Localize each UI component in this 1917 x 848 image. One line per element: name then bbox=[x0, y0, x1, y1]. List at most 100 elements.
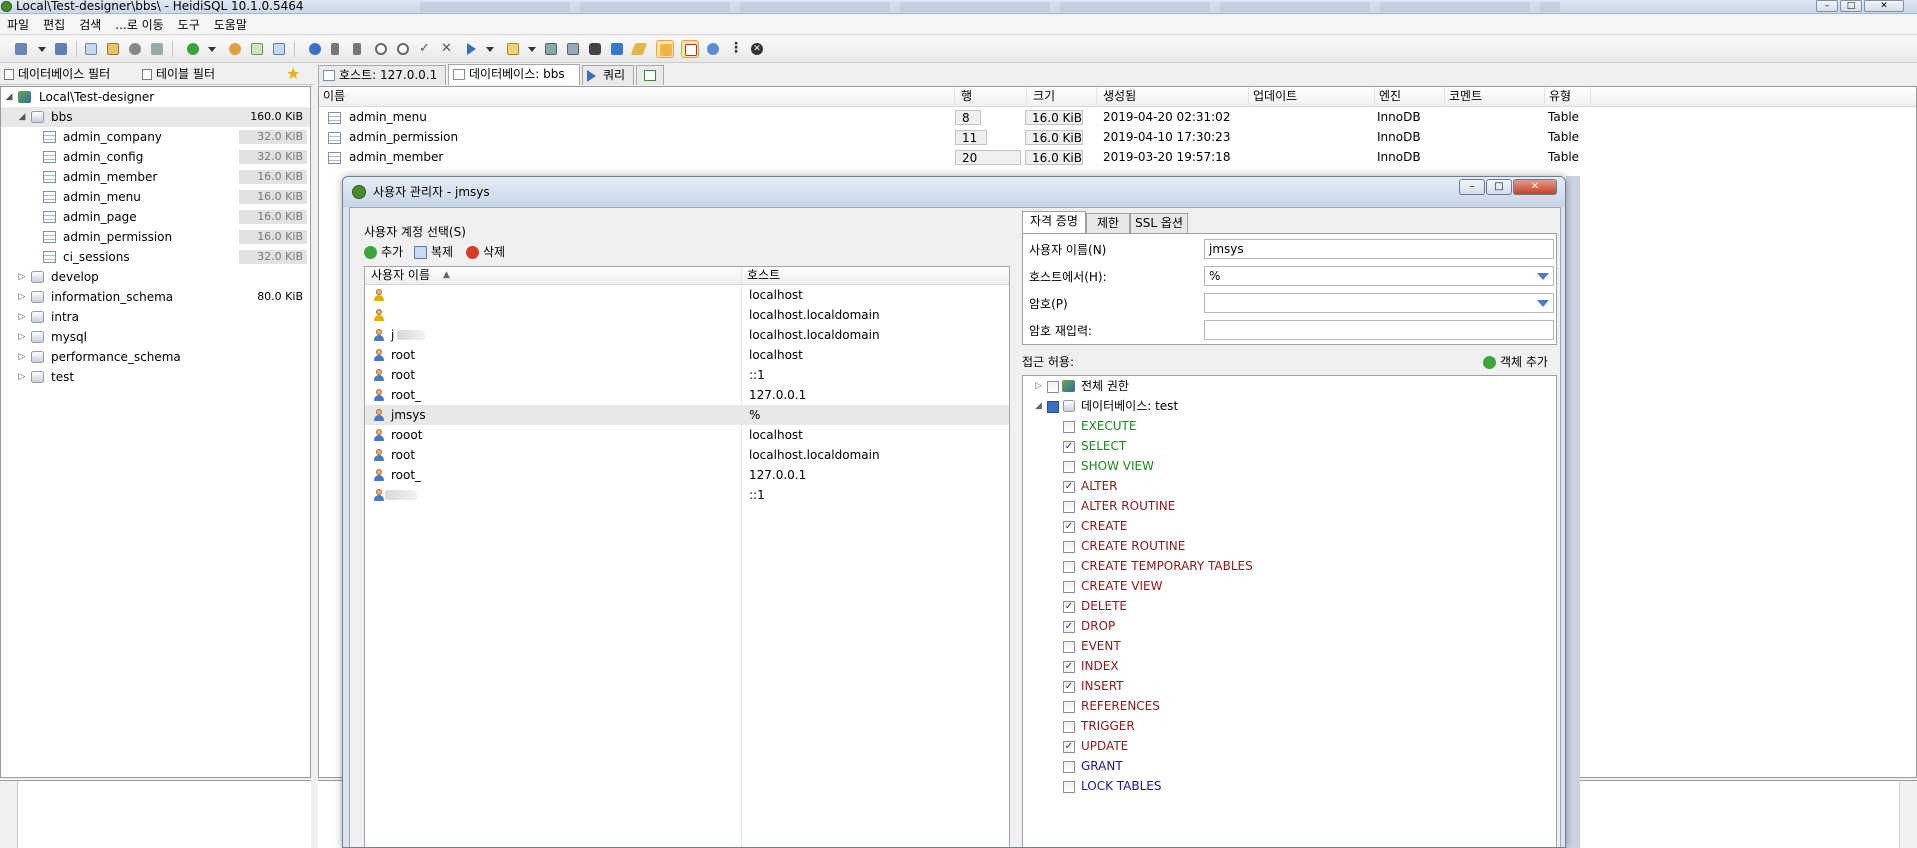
user-row[interactable]: root localhost.localdomain bbox=[365, 445, 1009, 465]
tree-table[interactable]: admin_permission 16.0 KiB bbox=[1, 227, 310, 247]
privilege-checkbox[interactable] bbox=[1063, 721, 1075, 733]
post-check-icon[interactable]: ✓ bbox=[416, 40, 434, 58]
host-field[interactable]: % bbox=[1204, 266, 1554, 286]
query-folder-icon[interactable] bbox=[504, 40, 522, 58]
tree-db[interactable]: ▷ develop bbox=[1, 267, 310, 287]
expand-arrow-icon[interactable]: ▷ bbox=[17, 347, 27, 367]
tree-db[interactable]: ▷ performance_schema bbox=[1, 347, 310, 367]
menu-tools[interactable]: 도구 bbox=[171, 15, 207, 33]
table-filter[interactable]: 테이블 필터 bbox=[142, 66, 215, 83]
privilege-checkbox[interactable] bbox=[1063, 481, 1075, 493]
expand-arrow-icon[interactable]: ▷ bbox=[1035, 376, 1042, 396]
expand-arrow-icon[interactable]: ▷ bbox=[17, 307, 27, 327]
tab-database[interactable]: 데이터베이스: bbs bbox=[448, 64, 580, 85]
col-header-updated[interactable]: 업데이트 bbox=[1249, 87, 1375, 107]
menu-edit[interactable]: 편집 bbox=[36, 15, 72, 33]
priv-db-checkbox[interactable] bbox=[1047, 401, 1059, 413]
dropdown-arrow-icon[interactable] bbox=[526, 40, 536, 58]
privilege-checkbox[interactable] bbox=[1063, 681, 1075, 693]
privilege-checkbox[interactable] bbox=[1063, 541, 1075, 553]
user-row[interactable]: j localhost.localdomain bbox=[365, 325, 1009, 345]
delete-user-button[interactable]: 삭제 bbox=[466, 244, 505, 260]
connection-icon[interactable] bbox=[704, 40, 722, 58]
tree-table[interactable]: admin_page 16.0 KiB bbox=[1, 207, 310, 227]
privilege-checkbox[interactable] bbox=[1063, 621, 1075, 633]
undo-icon[interactable] bbox=[126, 40, 144, 58]
menu-help[interactable]: 도움말 bbox=[207, 15, 254, 33]
tree-db[interactable]: ▷ mysql bbox=[1, 327, 310, 347]
tree-table[interactable]: admin_member 16.0 KiB bbox=[1, 167, 310, 187]
user-row[interactable]: ::1 bbox=[365, 485, 1009, 505]
cancel-x-icon[interactable]: ✕ bbox=[438, 40, 456, 58]
clone-user-button[interactable]: 복제 bbox=[414, 244, 453, 260]
priv-global-checkbox[interactable] bbox=[1047, 381, 1059, 393]
privilege-checkbox[interactable] bbox=[1063, 421, 1075, 433]
sql-log-panel[interactable] bbox=[0, 780, 311, 848]
tab-limits[interactable]: 제한 bbox=[1086, 213, 1130, 233]
tree-db[interactable]: ▷ intra bbox=[1, 307, 310, 327]
import-icon[interactable] bbox=[248, 40, 266, 58]
database-filter[interactable]: 데이터베이스 필터 bbox=[4, 66, 110, 83]
privilege-checkbox[interactable] bbox=[1063, 461, 1075, 473]
more-options-icon[interactable]: ⋮ bbox=[726, 40, 744, 58]
collapse-arrow-icon[interactable]: ◢ bbox=[1035, 396, 1042, 416]
tree-root-session[interactable]: ◢ Local\Test-designer bbox=[1, 87, 310, 107]
add-object-button[interactable]: 객체 추가 bbox=[1483, 354, 1548, 370]
privilege-checkbox[interactable] bbox=[1063, 741, 1075, 753]
minimize-button[interactable]: – bbox=[1816, 0, 1838, 12]
warning-toggle-icon[interactable] bbox=[656, 40, 674, 58]
close-button[interactable]: ✕ bbox=[1864, 0, 1904, 12]
dialog-minimize-button[interactable]: – bbox=[1459, 179, 1485, 195]
table-row[interactable]: admin_member 20 16.0 KiB 2019-03-20 19:5… bbox=[319, 147, 1916, 167]
user-row[interactable]: localhost.localdomain bbox=[365, 305, 1009, 325]
tree-table[interactable]: ci_sessions 32.0 KiB bbox=[1, 247, 310, 267]
privilege-checkbox[interactable] bbox=[1063, 661, 1075, 673]
dropdown-arrow-icon[interactable] bbox=[206, 40, 216, 58]
tree-db-bbs[interactable]: ◢ bbs 160.0 KiB bbox=[1, 107, 310, 127]
user-manager-icon[interactable] bbox=[226, 40, 244, 58]
user-row[interactable]: rooot localhost bbox=[365, 425, 1009, 445]
user-row[interactable]: root::1 bbox=[365, 365, 1009, 385]
collapse-arrow-icon[interactable]: ◢ bbox=[4, 87, 14, 107]
log-scrollbar[interactable] bbox=[1899, 781, 1917, 848]
privilege-checkbox[interactable] bbox=[1063, 701, 1075, 713]
expand-arrow-icon[interactable]: ▷ bbox=[17, 327, 27, 347]
tree-table[interactable]: admin_menu 16.0 KiB bbox=[1, 187, 310, 207]
col-header-username[interactable]: 사용자 이름 bbox=[371, 267, 430, 284]
col-header-rows[interactable]: 행 bbox=[957, 87, 1027, 107]
refresh-icon[interactable] bbox=[184, 40, 202, 58]
stop-icon[interactable]: ✕ bbox=[748, 40, 766, 58]
username-field[interactable]: jmsys bbox=[1204, 239, 1554, 259]
last-record-icon[interactable] bbox=[350, 40, 368, 58]
find-replace-icon[interactable] bbox=[608, 40, 626, 58]
col-header-type[interactable]: 유형 bbox=[1545, 87, 1591, 107]
add-user-button[interactable]: 추가 bbox=[364, 244, 403, 260]
privilege-checkbox[interactable] bbox=[1063, 601, 1075, 613]
tree-db[interactable]: ▷ information_schema 80.0 KiB bbox=[1, 287, 310, 307]
dialog-maximize-button[interactable]: □ bbox=[1486, 179, 1512, 195]
run-query-icon[interactable] bbox=[462, 40, 480, 58]
tab-credentials[interactable]: 자격 증명 bbox=[1022, 211, 1086, 233]
privilege-checkbox[interactable] bbox=[1063, 561, 1075, 573]
edit-pencil-icon[interactable] bbox=[630, 40, 648, 58]
new-query-tab-button[interactable] bbox=[636, 65, 664, 85]
privilege-checkbox[interactable] bbox=[1063, 521, 1075, 533]
find-icon[interactable] bbox=[586, 40, 604, 58]
table-row[interactable]: admin_menu 8 16.0 KiB 2019-04-20 02:31:0… bbox=[319, 107, 1916, 127]
maximize-button[interactable]: □ bbox=[1840, 0, 1862, 12]
collapse-arrow-icon[interactable]: ◢ bbox=[17, 107, 27, 127]
print-icon[interactable] bbox=[148, 40, 166, 58]
user-row[interactable]: localhost bbox=[365, 285, 1009, 305]
help-icon[interactable] bbox=[306, 40, 324, 58]
col-header-comment[interactable]: 코멘트 bbox=[1445, 87, 1545, 107]
tree-db[interactable]: ▷ test bbox=[1, 367, 310, 387]
privilege-checkbox[interactable] bbox=[1063, 501, 1075, 513]
user-row[interactable]: root localhost bbox=[365, 345, 1009, 365]
repeat-password-field[interactable] bbox=[1204, 320, 1554, 340]
favorite-star-icon[interactable]: ★ bbox=[286, 64, 300, 84]
col-header-host[interactable]: 호스트 bbox=[747, 267, 780, 284]
dialog-close-button[interactable]: ✕ bbox=[1513, 179, 1557, 195]
tab-ssl-options[interactable]: SSL 옵션 bbox=[1130, 213, 1188, 233]
delete-record-icon[interactable] bbox=[394, 40, 412, 58]
col-header-size[interactable]: 크기 bbox=[1029, 87, 1097, 107]
